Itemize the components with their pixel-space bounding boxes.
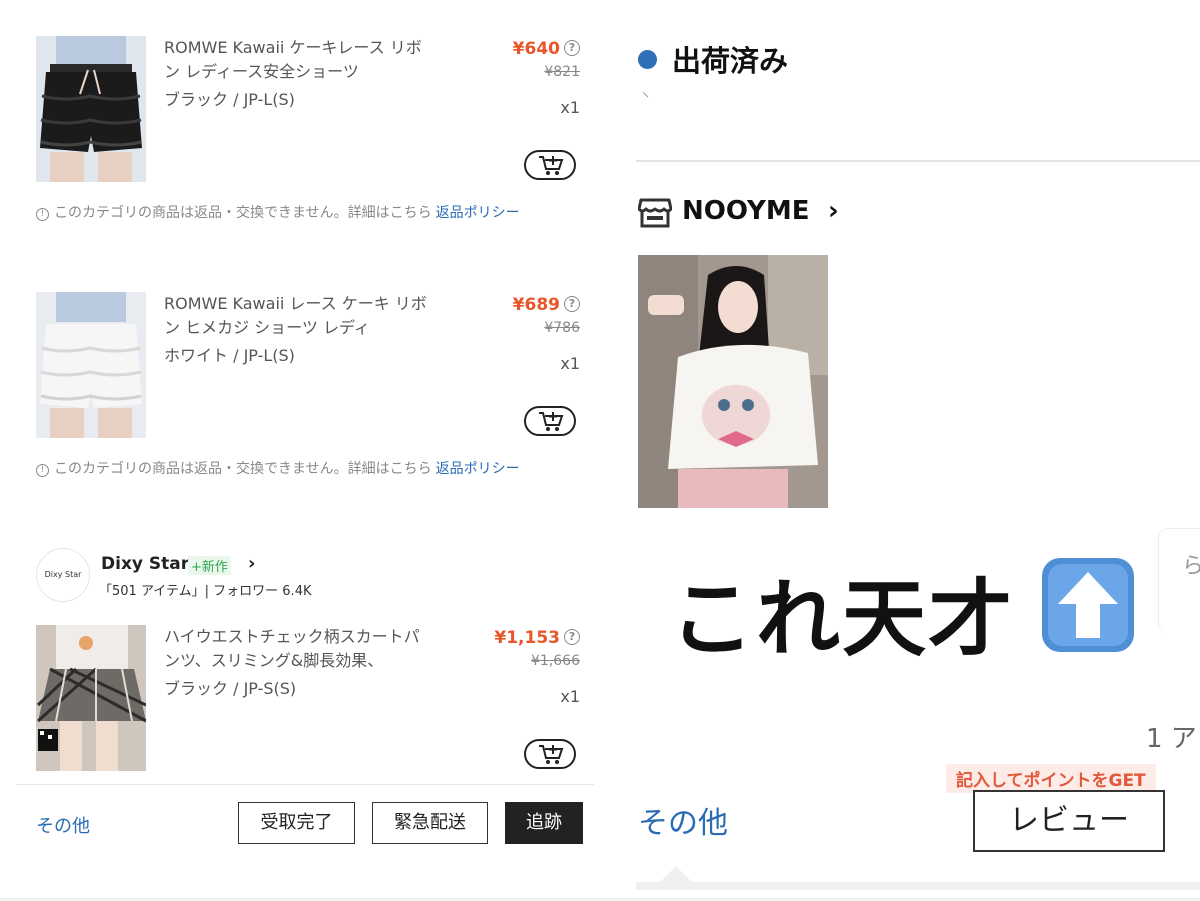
order-item[interactable]: ROMWE Kawaii レース ケーキ リボン ヒメカジ ショーツ レディ ホ… — [36, 292, 586, 442]
price-info-icon[interactable]: ? — [564, 629, 580, 645]
shop-name[interactable]: Dixy Star — [101, 554, 189, 574]
product-title[interactable]: ROMWE Kawaii レース ケーキ リボン ヒメカジ ショーツ レディ — [164, 292, 434, 340]
original-price: ¥786 — [544, 320, 580, 336]
notice-text: このカテゴリの商品は返品・交換できません。詳細はこちら — [54, 205, 432, 221]
plaid-skirt-photo[interactable] — [36, 625, 146, 771]
status-dot-icon — [638, 50, 657, 69]
product-photo[interactable] — [638, 255, 828, 508]
product-price: ¥640 — [512, 39, 560, 59]
chevron-right-icon[interactable]: › — [828, 196, 839, 226]
quantity: x1 — [560, 687, 580, 706]
points-promo-badge: 記入してポイントをGET — [946, 764, 1156, 793]
divider — [636, 160, 1200, 162]
add-to-cart-button[interactable] — [524, 739, 576, 769]
product-price: ¥689 — [512, 295, 560, 315]
white-lace-shorts-photo[interactable] — [36, 292, 146, 438]
cut-off-text: ら — [1182, 554, 1200, 579]
new-arrival-badge: +新作 — [188, 556, 231, 575]
store-icon — [637, 197, 673, 233]
urgent-delivery-button[interactable]: 緊急配送 — [372, 802, 488, 844]
notice-text: このカテゴリの商品は返品・交換できません。詳細はこちら — [54, 461, 432, 477]
product-variant: ブラック / JP-S(S) — [164, 679, 297, 698]
quantity: x1 — [560, 354, 580, 373]
store-name[interactable]: NOOYME — [682, 196, 810, 226]
price-info-icon[interactable]: ? — [564, 296, 580, 312]
cut-off-text: 1 ア — [1146, 724, 1197, 754]
cart-plus-icon — [539, 412, 564, 431]
price-info-icon[interactable]: ? — [564, 40, 580, 56]
more-link[interactable]: その他 — [638, 798, 728, 842]
tooltip-pointer — [660, 866, 692, 882]
status-sub-mark: ⸌ — [642, 90, 649, 106]
product-price: ¥1,153 — [494, 628, 560, 648]
confirm-receipt-button[interactable]: 受取完了 — [238, 802, 355, 844]
return-policy-link[interactable]: 返品ポリシー — [436, 461, 520, 477]
product-variant: ホワイト / JP-L(S) — [164, 346, 295, 365]
order-item[interactable]: ROMWE Kawaii ケーキレース リボン レディース安全ショーツ ブラック… — [36, 36, 586, 186]
info-icon: ! — [36, 464, 49, 477]
black-lace-shorts-photo[interactable] — [36, 36, 146, 182]
order-detail-left: ROMWE Kawaii ケーキレース リボン レディース安全ショーツ ブラック… — [0, 0, 600, 901]
divider — [16, 784, 594, 785]
footer-strip — [636, 882, 1200, 890]
shop-logo[interactable]: Dixy Star — [36, 548, 90, 602]
original-price: ¥821 — [544, 64, 580, 80]
order-item[interactable]: ハイウエストチェック柄スカートパンツ、スリミング&脚長効果、 ブラック / JP… — [36, 625, 586, 775]
cart-plus-icon — [539, 156, 564, 175]
product-title[interactable]: ハイウエストチェック柄スカートパンツ、スリミング&脚長効果、 — [164, 625, 434, 673]
overlay-caption: これ天才 — [670, 570, 1015, 668]
info-icon: ! — [36, 208, 49, 221]
return-notice: ! このカテゴリの商品は返品・交換できません。詳細はこちら 返品ポリシー — [36, 202, 520, 222]
add-to-cart-button[interactable] — [524, 150, 576, 180]
return-notice: ! このカテゴリの商品は返品・交換できません。詳細はこちら 返品ポリシー — [36, 458, 520, 478]
product-title[interactable]: ROMWE Kawaii ケーキレース リボン レディース安全ショーツ — [164, 36, 434, 84]
return-policy-link[interactable]: 返品ポリシー — [436, 205, 520, 221]
quantity: x1 — [560, 98, 580, 117]
product-variant: ブラック / JP-L(S) — [164, 90, 295, 109]
original-price: ¥1,666 — [531, 653, 580, 669]
order-detail-right: 出荷済み ⸌ NOOYME › ら これ天才 1 ア 記入してポイントをGET … — [620, 0, 1200, 901]
more-link[interactable]: その他 — [36, 812, 90, 838]
add-to-cart-button[interactable] — [524, 406, 576, 436]
review-button[interactable]: レビュー — [973, 790, 1165, 852]
up-arrow-icon — [1040, 556, 1136, 654]
track-button[interactable]: 追跡 — [505, 802, 583, 844]
chevron-right-icon[interactable]: › — [248, 553, 255, 574]
cart-plus-icon — [539, 745, 564, 764]
shop-meta: 「501 アイテム」| フォロワー 6.4K — [99, 584, 312, 599]
order-status: 出荷済み — [672, 44, 789, 78]
side-panel-edge — [1158, 528, 1200, 633]
